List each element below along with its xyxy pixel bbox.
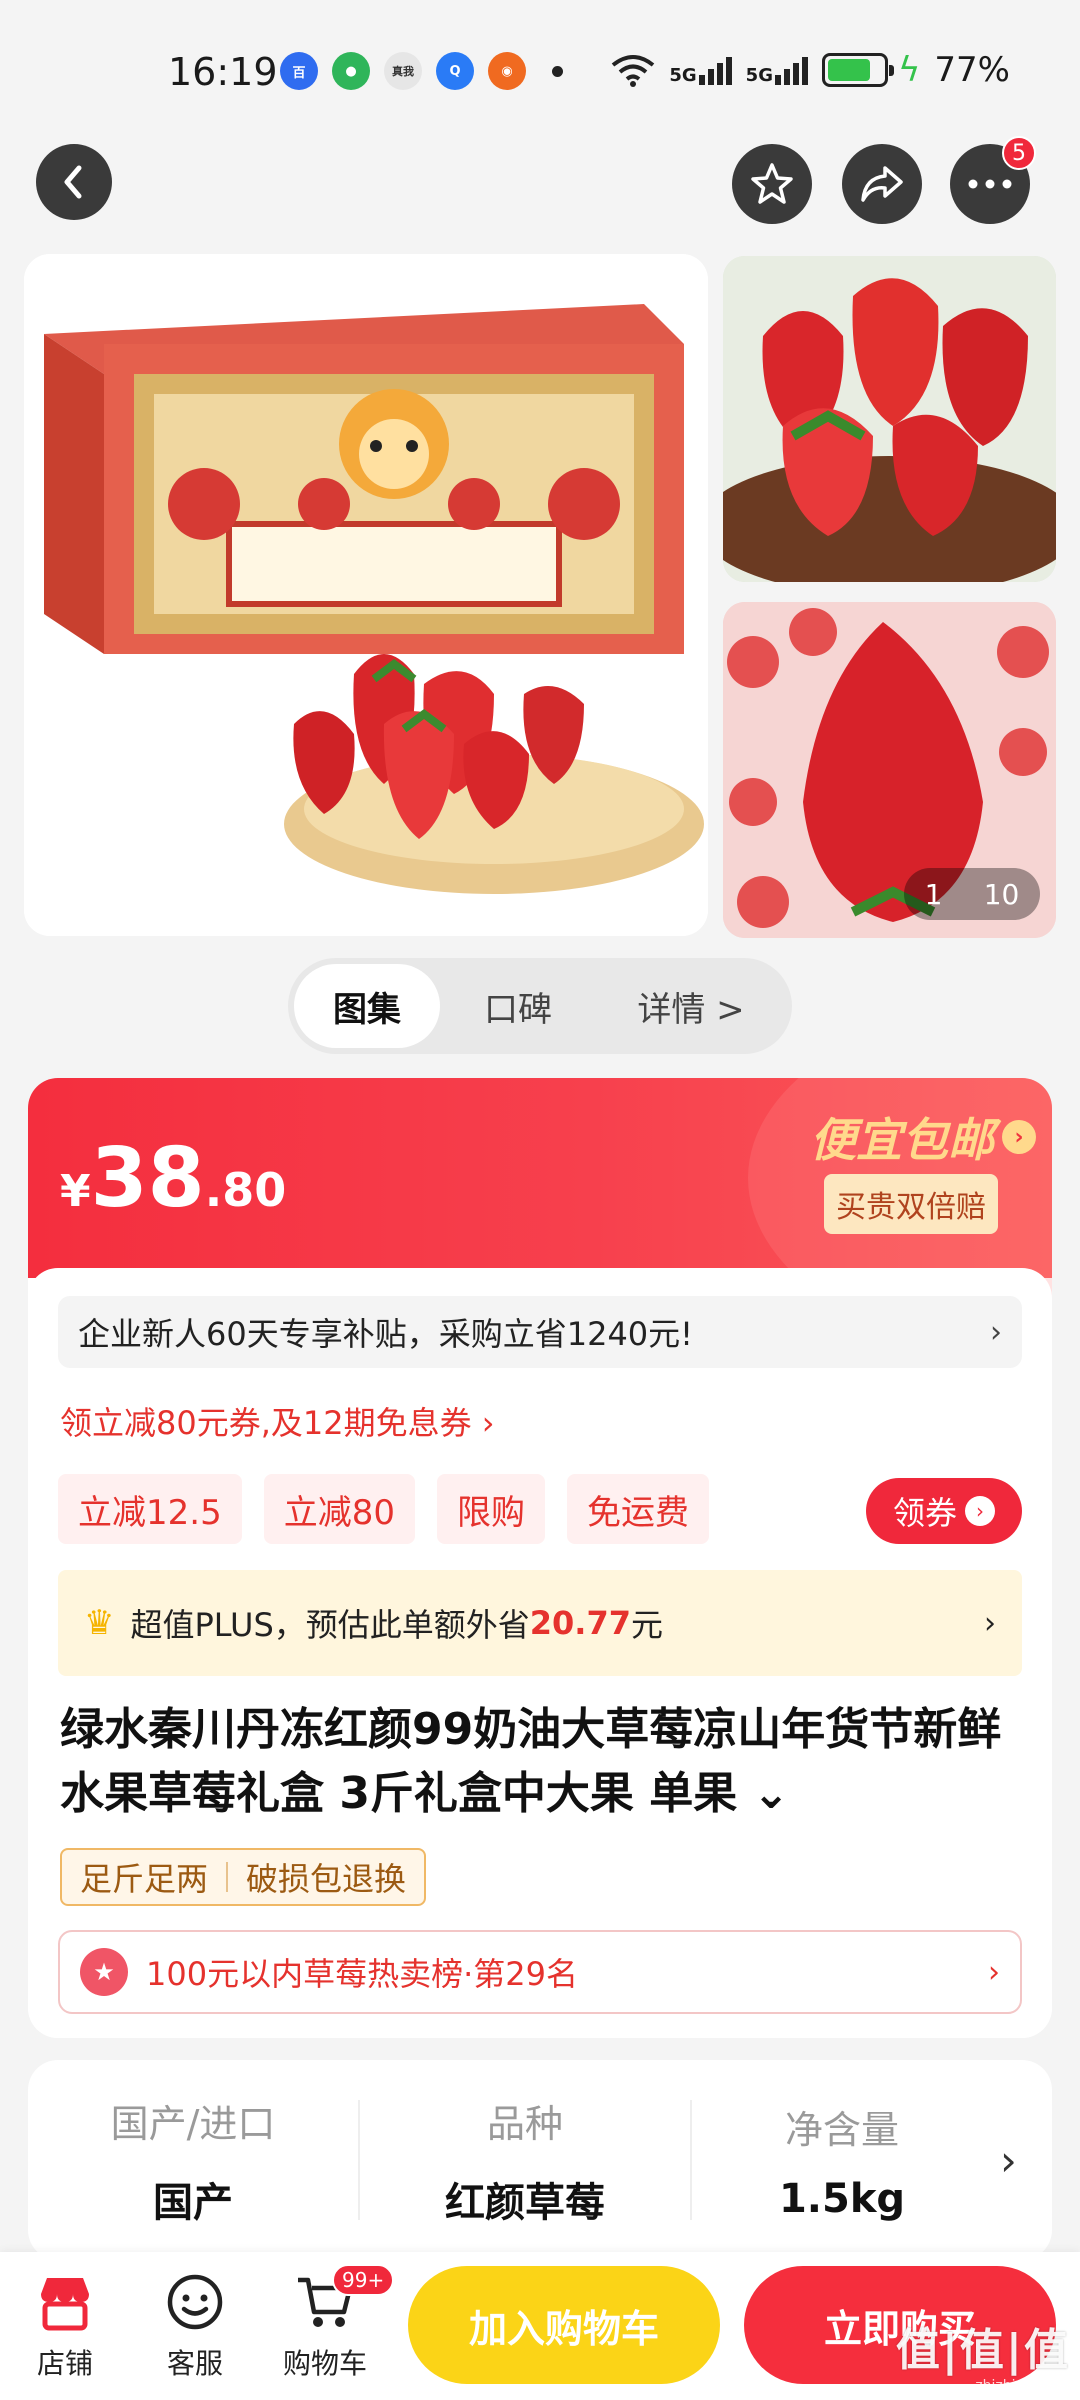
plus-savings-banner[interactable]: ♛ 超值PLUS，预估此单额外省 20.77 元 ›	[58, 1570, 1022, 1676]
thumbnail-closeup-image[interactable]: 1 10	[723, 602, 1056, 938]
status-time: 16:19	[168, 50, 278, 94]
spec-net-weight: 净含量 1.5kg	[778, 2107, 906, 2222]
message-badge: 5	[1002, 136, 1036, 170]
spec-origin: 国产/进口 国产	[110, 2101, 276, 2226]
chevron-right-icon: ›	[990, 1314, 1002, 1350]
chevron-right-icon: ›	[988, 1954, 1000, 1990]
charging-icon: ϟ	[897, 50, 921, 90]
bottom-action-bar: 店铺 客服 99+ 购物车 加入购物车 立即购买 值|值|值 zhizhizhi…	[0, 2252, 1080, 2400]
system-indicators: 5G 5G ϟ 77%	[611, 50, 1010, 90]
add-to-cart-button[interactable]: 加入购物车	[408, 2266, 720, 2384]
battery-icon	[821, 53, 894, 87]
chevron-right-icon: ›	[965, 1496, 995, 1526]
service-tag: 足斤足两	[80, 1860, 209, 1898]
spec-variety: 品种 红颜草莓	[445, 2101, 605, 2226]
price-banner: ¥ 38 .80 便宜包邮 › 买贵双倍赔	[28, 1078, 1052, 1358]
star-icon	[751, 163, 793, 204]
news-app-icon: 真我	[384, 52, 422, 90]
share-button[interactable]	[842, 144, 922, 224]
promo-tag: 立减12.5	[58, 1474, 242, 1544]
promo-tag: 免运费	[566, 1474, 709, 1544]
chevron-right-icon: ›	[1000, 2135, 1017, 2185]
cheap-free-shipping-link[interactable]: 便宜包邮 ›	[810, 1104, 1036, 1170]
pumpkin-app-icon: ◉	[488, 52, 526, 90]
chevron-right-icon: ›	[984, 1605, 996, 1641]
price-guarantee-badge: 买贵双倍赔	[824, 1174, 998, 1234]
cart-count-badge: 99+	[332, 2264, 395, 2296]
price: ¥ 38 .80	[60, 1131, 287, 1226]
favorite-button[interactable]	[732, 144, 812, 224]
promo-tag: 立减80	[263, 1474, 415, 1544]
shop-button[interactable]: 店铺	[10, 2270, 120, 2382]
wifi-icon	[612, 55, 655, 87]
share-icon	[861, 166, 903, 202]
tab-gallery[interactable]: 图集	[294, 964, 440, 1048]
service-tags: 足斤足两 破损包退换	[60, 1848, 427, 1906]
chevron-right-icon: ›	[1002, 1120, 1036, 1154]
chat-app-icon: ●	[332, 52, 370, 90]
customer-service-button[interactable]: 客服	[140, 2270, 250, 2382]
back-arrow-icon	[64, 165, 82, 199]
get-coupon-button[interactable]: 领券 ›	[866, 1478, 1022, 1544]
battery-percent: 77%	[934, 50, 1010, 90]
tab-reviews[interactable]: 口碑	[440, 964, 596, 1048]
content-tabs: 图集 口碑 详情 >	[288, 958, 792, 1054]
card-body: 企业新人60天专享补贴，采购立省1240元! › 领立减80元券,及12期免息券…	[28, 1268, 1052, 2038]
crown-icon: ♛	[84, 1603, 115, 1643]
promo-tags: 立减12.5 立减80 限购 免运费	[58, 1474, 709, 1544]
more-dots-icon	[968, 179, 1012, 189]
product-title[interactable]: 绿水秦川丹冻红颜99奶油大草莓凉山年货节新鲜水果草莓礼盒 3斤礼盒中大果 单果 …	[60, 1698, 1020, 1826]
promo-tag: 限购	[436, 1474, 545, 1544]
signal-icon-2: 5G	[746, 55, 808, 85]
product-gallery[interactable]: 1 10	[0, 250, 1080, 940]
shop-icon	[41, 2278, 89, 2331]
site-watermark: 值|值|值 zhizhizhi.com	[895, 2325, 1070, 2394]
medal-icon: ★	[80, 1948, 128, 1996]
product-info-card: ¥ 38 .80 便宜包邮 › 买贵双倍赔 企业新人60天专享补贴，采购立省12…	[28, 1078, 1052, 2038]
notification-icons: 百 ● 真我 Q ◉	[280, 52, 563, 90]
gift-box-strawberry-image	[24, 254, 708, 936]
coupon-link[interactable]: 领立减80元券,及12期免息券 ›	[60, 1398, 495, 1444]
baidu-app-icon: 百	[280, 52, 318, 90]
ranking-link[interactable]: ★ 100元以内草莓热卖榜·第29名 ›	[58, 1930, 1022, 2014]
cart-nav-button[interactable]: 99+ 购物车	[270, 2264, 395, 2382]
browser-app-icon: Q	[436, 52, 474, 90]
signal-icon-1: 5G	[669, 55, 732, 85]
back-button[interactable]	[36, 144, 112, 220]
spec-summary[interactable]: 国产/进口 国产 品种 红颜草莓 净含量 1.5kg ›	[28, 2060, 1052, 2260]
subsidy-banner[interactable]: 企业新人60天专享补贴，采购立省1240元! ›	[58, 1296, 1022, 1368]
more-notifications-dot	[552, 65, 563, 77]
tab-details[interactable]: 详情 >	[596, 964, 786, 1048]
strawberry-basket-image	[723, 256, 1056, 582]
more-button[interactable]: 5	[950, 136, 1036, 224]
status-bar: 16:19 百 ● 真我 Q ◉ 5G 5G ϟ 77%	[0, 0, 1080, 140]
image-counter: 1 10	[904, 868, 1040, 920]
thumbnail-basket-image[interactable]	[723, 256, 1056, 582]
service-tag: 破损包退换	[246, 1860, 407, 1898]
main-product-image[interactable]	[24, 254, 708, 936]
service-face-icon	[167, 2274, 223, 2330]
